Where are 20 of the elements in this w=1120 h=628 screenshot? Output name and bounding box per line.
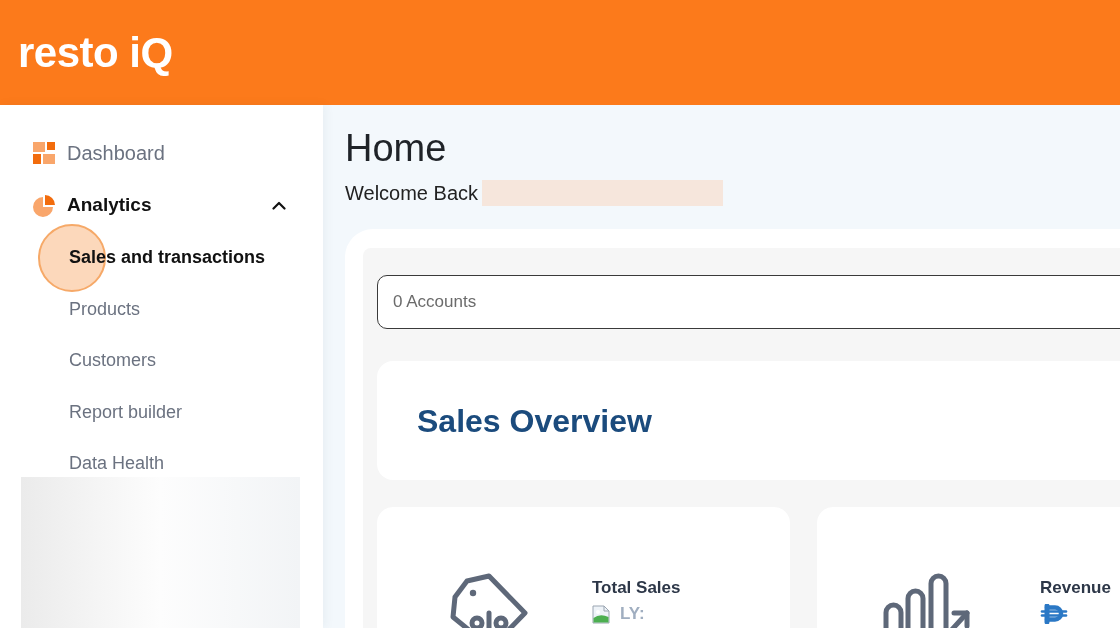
sidebar-group[interactable]: Analytics bbox=[0, 179, 323, 232]
sidebar-subitem[interactable]: Customers bbox=[69, 347, 157, 375]
account-select[interactable]: 0 Accounts bbox=[377, 275, 1120, 329]
logo[interactable]: resto iQ bbox=[18, 27, 173, 78]
comparison-label: LY: bbox=[620, 603, 645, 625]
peso-icon bbox=[1040, 604, 1068, 624]
bar-chart-icon bbox=[883, 573, 971, 628]
sidebar-subitem[interactable]: Data Health bbox=[69, 450, 165, 478]
card-title: Revenue bbox=[1040, 577, 1111, 599]
sidebar-subitem[interactable]: Sales and transactions bbox=[69, 244, 266, 272]
page-title: Home bbox=[345, 126, 448, 170]
broken-image-icon bbox=[592, 604, 610, 624]
welcome-text: Welcome Back bbox=[345, 181, 478, 206]
sidebar-subitem[interactable]: Report builder bbox=[69, 398, 183, 426]
pie-chart-icon bbox=[33, 194, 55, 217]
sidebar-subitem[interactable]: Products bbox=[69, 295, 141, 323]
card-title: Total Sales bbox=[592, 577, 681, 599]
grid-icon bbox=[33, 141, 55, 164]
sidebar-item[interactable]: Dashboard bbox=[0, 126, 323, 179]
section-title: Sales Overview bbox=[417, 401, 652, 441]
